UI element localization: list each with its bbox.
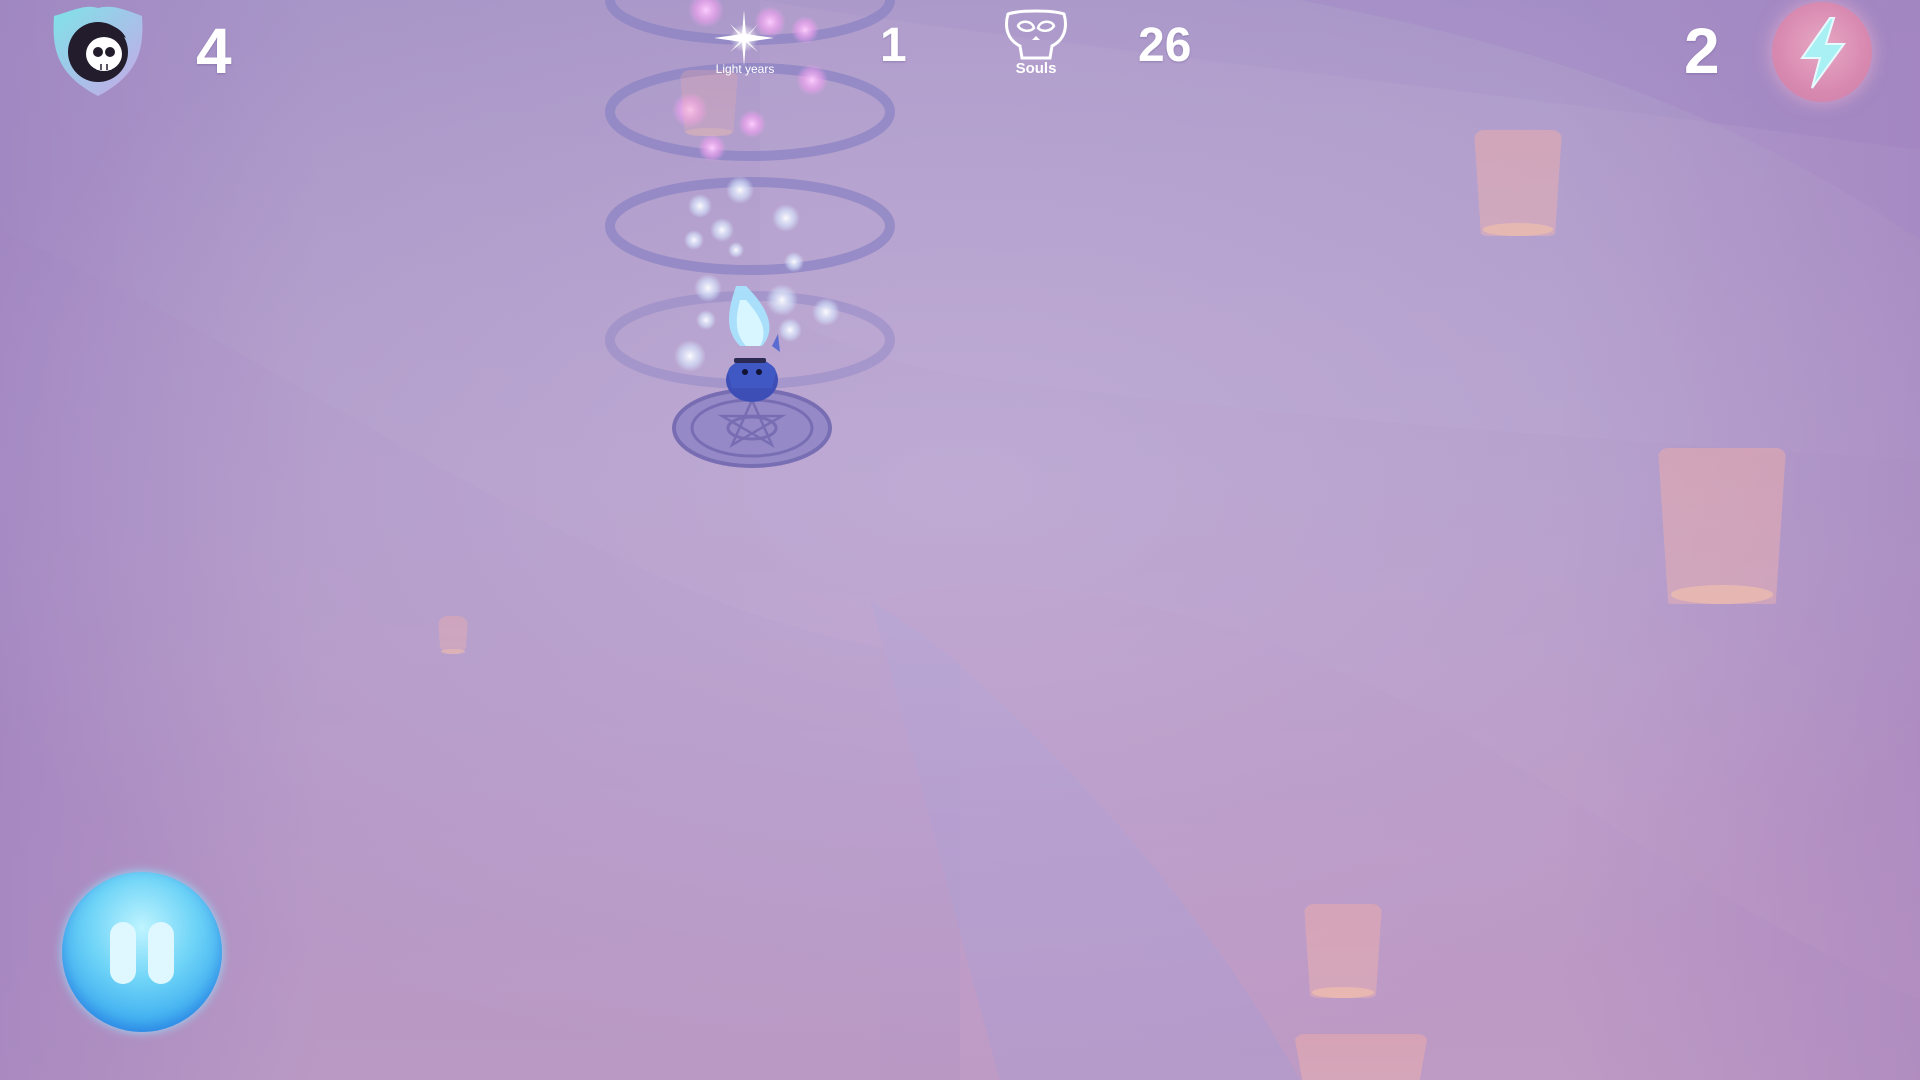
game-scene: 4 Light years 1 Souls 26 2 <box>0 0 1920 1080</box>
souls-count: 26 <box>1138 19 1192 72</box>
energy-button[interactable] <box>1772 2 1872 102</box>
skull-badge-icon <box>46 4 150 98</box>
souls-label: Souls <box>1015 60 1057 77</box>
distance-count: 1 <box>880 19 907 72</box>
lightning-bolt-icon <box>1800 17 1846 89</box>
lives-count: 4 <box>196 15 232 87</box>
player-character <box>726 286 780 402</box>
star-sparkle-icon <box>714 10 774 66</box>
pause-icon <box>110 922 136 984</box>
floating-lantern <box>1294 1034 1428 1080</box>
souls-skull-icon <box>1005 9 1067 60</box>
pause-icon-bar <box>148 922 174 984</box>
background-layer <box>0 0 1920 1080</box>
energy-count: 2 <box>1684 15 1720 87</box>
floating-lantern <box>1658 448 1786 604</box>
floating-lantern <box>1474 130 1562 236</box>
floating-lantern <box>1304 904 1382 998</box>
pause-button[interactable] <box>62 872 222 1032</box>
light-years-label: Light years <box>715 62 775 76</box>
hud-top-bar: 4 Light years 1 Souls 26 2 <box>0 0 1920 102</box>
floating-lantern <box>438 616 468 654</box>
magic-circle <box>672 388 832 468</box>
